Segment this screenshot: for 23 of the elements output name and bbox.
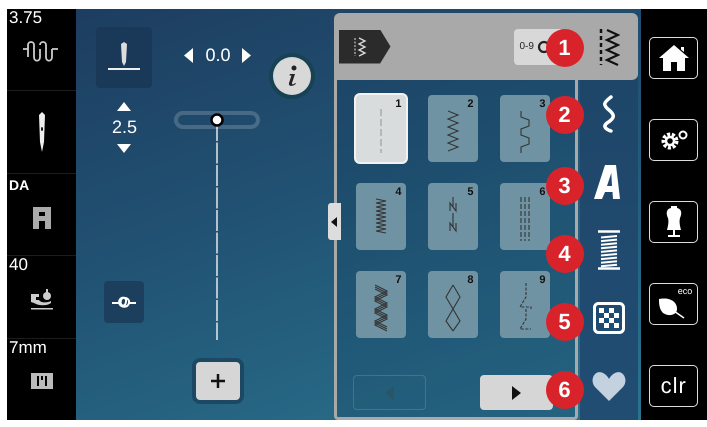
stitch-width-value: 2.5 xyxy=(112,117,137,138)
status-value: DA xyxy=(8,176,30,194)
eco-button[interactable]: eco xyxy=(649,283,698,325)
clear-button[interactable]: clr xyxy=(649,365,698,407)
stitch-button[interactable]: 6 xyxy=(500,183,550,250)
callout-badge: 4 xyxy=(546,235,584,273)
status-value: 7mm xyxy=(8,338,48,357)
status-value: 40 xyxy=(8,256,29,274)
stitch-button[interactable]: 1 xyxy=(356,95,406,162)
stitch-button[interactable]: 9 xyxy=(500,271,550,338)
stitch-button[interactable]: 5 xyxy=(428,183,478,250)
callout-badge: 5 xyxy=(546,303,584,341)
stitch-button[interactable]: 7 xyxy=(356,271,406,338)
callout-badge: 2 xyxy=(546,96,584,134)
callout-badge: 3 xyxy=(546,167,584,205)
callout-badge: 6 xyxy=(546,371,584,409)
stitch-button[interactable]: 3 xyxy=(500,95,550,162)
needle-position-value: 0.0 xyxy=(205,45,230,66)
eco-label: eco xyxy=(678,286,692,296)
stitch-button[interactable]: 2 xyxy=(428,95,478,162)
stitch-button[interactable]: 4 xyxy=(356,183,406,250)
status-value: 3.75 xyxy=(8,9,44,27)
stitch-button[interactable]: 8 xyxy=(428,271,478,338)
